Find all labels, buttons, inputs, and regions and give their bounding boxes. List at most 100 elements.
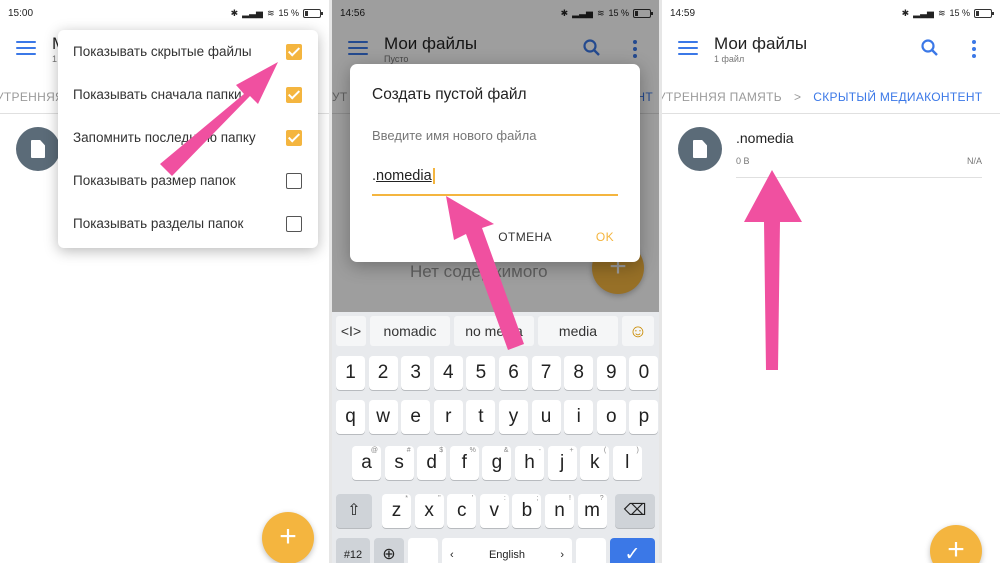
bluetooth-icon: ✱ bbox=[901, 7, 910, 18]
key-secondary-label: - bbox=[538, 447, 541, 454]
key-h[interactable]: h- bbox=[515, 446, 544, 480]
key-a[interactable]: a @ bbox=[352, 446, 381, 480]
key-0[interactable]: 0 bbox=[629, 356, 659, 390]
key-t[interactable]: t bbox=[466, 400, 496, 434]
key-secondary-label: ; bbox=[536, 495, 539, 502]
key-b[interactable]: b; bbox=[512, 494, 542, 528]
key-g[interactable]: g & bbox=[482, 446, 512, 480]
menu-item-show-hidden-files[interactable]: Показывать скрытые файлы bbox=[73, 30, 302, 73]
key-2[interactable]: 2 bbox=[368, 356, 398, 390]
key-label: 2 bbox=[377, 362, 389, 383]
key-i[interactable]: i bbox=[564, 400, 594, 434]
emoji-key[interactable]: ☺ bbox=[622, 316, 654, 346]
key-d[interactable]: d $ bbox=[417, 446, 447, 480]
key-secondary-label: # bbox=[406, 447, 411, 454]
key-1[interactable]: 1 bbox=[336, 356, 365, 390]
file-avatar bbox=[678, 127, 722, 171]
key-label: 9 bbox=[606, 362, 617, 383]
key-label: r bbox=[445, 406, 452, 427]
globe-icon[interactable]: ⊕ bbox=[374, 538, 404, 563]
suggestion-3[interactable]: media bbox=[538, 316, 618, 346]
key-label: z bbox=[391, 500, 402, 521]
key-e[interactable]: e bbox=[401, 400, 431, 434]
key-label: f bbox=[461, 452, 467, 473]
key-s[interactable]: s # bbox=[384, 446, 414, 480]
key-j[interactable]: j + bbox=[547, 446, 577, 480]
checkbox-checked[interactable] bbox=[286, 129, 302, 146]
menu-item-folder-sections[interactable]: Показывать разделы папок bbox=[73, 202, 302, 245]
checkbox-unchecked[interactable] bbox=[286, 215, 302, 232]
menu-item-label: Показывать скрытые файлы bbox=[73, 44, 252, 59]
key-secondary-label: ) bbox=[636, 447, 639, 454]
key-w[interactable]: w bbox=[368, 400, 398, 434]
key-6[interactable]: 6 bbox=[499, 356, 528, 390]
search-icon[interactable] bbox=[920, 38, 940, 58]
menu-item-label: Запомнить последнюю папку bbox=[73, 130, 256, 145]
space-key[interactable]: ‹ English › bbox=[442, 538, 572, 563]
create-file-dialog: Создать пустой файл Введите имя нового ф… bbox=[350, 64, 640, 262]
checkbox-checked[interactable] bbox=[286, 43, 302, 60]
key-f[interactable]: f% bbox=[449, 446, 479, 480]
key-l[interactable]: l) bbox=[612, 446, 642, 480]
checkbox-unchecked[interactable] bbox=[286, 172, 302, 189]
key-m[interactable]: m? bbox=[577, 494, 607, 528]
enter-key[interactable]: ✓ bbox=[610, 538, 655, 563]
panel-settings-menu: 15:00 ✱ ▂▃▅ ≋ 15 % М 1 УТРЕННЯЯ ПА Показ… bbox=[0, 0, 329, 563]
key-label: a bbox=[361, 452, 372, 473]
backspace-key[interactable]: ⌫ bbox=[615, 494, 655, 528]
period-key[interactable] bbox=[576, 538, 606, 563]
hamburger-menu-icon[interactable] bbox=[678, 41, 698, 57]
document-icon bbox=[693, 140, 707, 158]
key-p[interactable]: p bbox=[629, 400, 659, 434]
key-label: 6 bbox=[508, 362, 519, 383]
key-o[interactable]: o bbox=[596, 400, 626, 434]
key-k[interactable]: k( bbox=[580, 446, 610, 480]
toolbar: Мои файлы 1 файл bbox=[662, 26, 1000, 74]
menu-item-folder-size[interactable]: Показывать размер папок bbox=[73, 159, 302, 202]
key-8[interactable]: 8 bbox=[564, 356, 594, 390]
key-label: u bbox=[540, 406, 552, 427]
key-5[interactable]: 5 bbox=[466, 356, 496, 390]
key-z[interactable]: z * bbox=[382, 494, 411, 528]
menu-item-folders-first[interactable]: Показывать сначала папки bbox=[73, 73, 302, 116]
key-v[interactable]: v: bbox=[479, 494, 509, 528]
key-n[interactable]: n! bbox=[545, 494, 574, 528]
key-label: p bbox=[638, 406, 650, 427]
symbols-key[interactable]: #12 bbox=[336, 538, 370, 563]
key-9[interactable]: 9 bbox=[596, 356, 626, 390]
ok-button[interactable]: OK bbox=[596, 230, 614, 244]
key-secondary-label: : bbox=[503, 495, 506, 502]
key-r[interactable]: r bbox=[433, 400, 463, 434]
key-c[interactable]: c ' bbox=[447, 494, 477, 528]
filename-input[interactable]: .nomedia bbox=[372, 168, 435, 185]
more-options-icon[interactable] bbox=[972, 40, 976, 58]
breadcrumb-item[interactable]: УТРЕННЯЯ ПАМЯТЬ bbox=[662, 90, 782, 104]
arrow-shape bbox=[744, 170, 802, 370]
add-fab-button[interactable]: + bbox=[930, 525, 982, 563]
suggestion-1[interactable]: nomadic bbox=[370, 316, 450, 346]
breadcrumb-item-current[interactable]: СКРЫТЫЙ МЕДИАКОНТЕНТ bbox=[813, 90, 982, 104]
cancel-button[interactable]: ОТМЕНА bbox=[498, 230, 552, 244]
on-screen-keyboard: <I> nomadic no media media ☺ 1234567890 … bbox=[332, 312, 659, 563]
cursor-control-key[interactable]: <I> bbox=[336, 316, 366, 346]
menu-item-remember-folder[interactable]: Запомнить последнюю папку bbox=[73, 116, 302, 159]
key-y[interactable]: y bbox=[499, 400, 528, 434]
key-u[interactable]: u bbox=[531, 400, 561, 434]
key-label: x bbox=[424, 500, 434, 521]
input-underline bbox=[372, 194, 618, 196]
key-label: e bbox=[410, 406, 421, 427]
key-q[interactable]: q bbox=[336, 400, 365, 434]
key-3[interactable]: 3 bbox=[401, 356, 431, 390]
add-fab-button[interactable]: + bbox=[262, 512, 314, 563]
hamburger-menu-icon[interactable] bbox=[16, 41, 36, 57]
comma-key[interactable] bbox=[408, 538, 438, 563]
battery-text: 15 % bbox=[949, 8, 970, 18]
key-7[interactable]: 7 bbox=[531, 356, 561, 390]
key-x[interactable]: x " bbox=[414, 494, 444, 528]
checkbox-checked[interactable] bbox=[286, 86, 302, 103]
shift-key[interactable]: ⇧ bbox=[336, 494, 372, 528]
suggestion-2[interactable]: no media bbox=[454, 316, 534, 346]
key-secondary-label: $ bbox=[439, 447, 444, 454]
key-4[interactable]: 4 bbox=[433, 356, 463, 390]
list-item[interactable]: .nomedia 0 B N/A bbox=[662, 122, 1000, 178]
